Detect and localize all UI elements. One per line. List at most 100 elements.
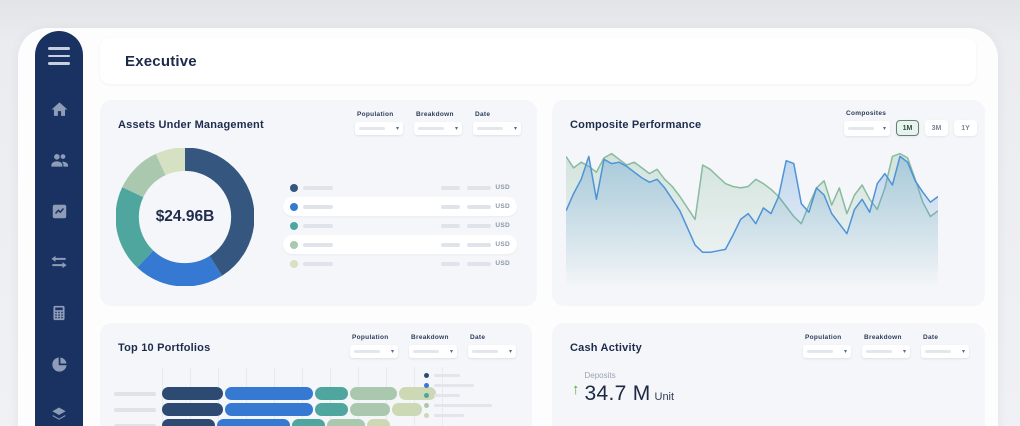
filter-breakdown: Breakdown ▾ [862, 334, 910, 358]
bar-segment[interactable] [315, 403, 348, 416]
bar-segment[interactable] [392, 403, 422, 416]
value-skeleton [303, 186, 333, 190]
stacked-bar [162, 419, 390, 426]
value-skeleton [467, 205, 491, 209]
sidebar-item-calculator[interactable] [50, 303, 68, 323]
aum-legend-row[interactable]: USD [283, 254, 517, 273]
composite-performance-card: Composite Performance Composites ▾ 1M 3M… [552, 100, 985, 306]
portfolio-row [114, 419, 422, 426]
filter-label: Population [357, 111, 403, 118]
value-skeleton [303, 205, 333, 209]
portfolio-row [114, 403, 422, 416]
portfolios-legend [424, 373, 516, 423]
calculator-icon [50, 304, 68, 322]
portfolio-row [114, 387, 422, 400]
bar-segment[interactable] [350, 403, 390, 416]
currency-label: USD [495, 203, 510, 210]
bar-segment[interactable] [350, 387, 397, 400]
select-value-skeleton [477, 127, 503, 130]
bar-segment[interactable] [162, 419, 215, 426]
layers-icon [49, 405, 69, 425]
range-1m-button[interactable]: 1M [896, 120, 919, 136]
select-value-skeleton [354, 350, 380, 353]
aum-total-value: $24.96B [116, 148, 254, 286]
currency-label: USD [495, 260, 510, 267]
bar-segment[interactable] [367, 419, 390, 426]
sidebar-item-allocation[interactable] [50, 354, 69, 374]
sidebar-item-performance[interactable] [50, 201, 69, 221]
bar-segment[interactable] [217, 419, 290, 426]
aum-filters: Population ▾ Breakdown ▾ Date ▾ [355, 111, 521, 135]
bar-segment[interactable] [162, 403, 223, 416]
breakdown-select[interactable]: ▾ [414, 122, 462, 135]
legend-dot-icon [290, 241, 298, 249]
legend-dot-icon [290, 222, 298, 230]
legend-dot-icon [424, 383, 429, 388]
hamburger-icon [48, 55, 70, 58]
population-select[interactable]: ▾ [803, 345, 851, 358]
legend-label-skeleton [434, 394, 460, 397]
bar-segment[interactable] [225, 387, 313, 400]
deposits-value: 34.7 M [585, 382, 651, 406]
population-select[interactable]: ▾ [350, 345, 398, 358]
aum-legend-row[interactable]: USD [283, 216, 517, 235]
sidebar-item-home[interactable] [50, 99, 69, 119]
chevron-down-icon: ▾ [391, 349, 394, 355]
range-1y-button[interactable]: 1Y [954, 120, 977, 136]
aum-legend-row[interactable]: USD [283, 197, 517, 216]
currency-label: USD [495, 241, 510, 248]
sidebar-item-clients[interactable] [49, 150, 70, 170]
sidebar-item-holdings[interactable] [49, 405, 69, 425]
bar-segment[interactable] [327, 419, 365, 426]
portfolio-label-skeleton [114, 392, 156, 396]
aum-legend-row[interactable]: USD [283, 178, 517, 197]
filter-breakdown: Breakdown ▾ [414, 111, 462, 135]
stacked-bar-rows [114, 387, 422, 426]
select-value-skeleton [413, 350, 439, 353]
breakdown-select[interactable]: ▾ [409, 345, 457, 358]
composite-line-chart [566, 142, 938, 294]
legend-dot-icon [290, 184, 298, 192]
date-select[interactable]: ▾ [473, 122, 521, 135]
select-value-skeleton [866, 350, 892, 353]
filter-label: Breakdown [864, 334, 910, 341]
aum-card-title: Assets Under Management [118, 119, 264, 131]
value-skeleton [467, 224, 491, 228]
menu-toggle-button[interactable] [48, 47, 70, 65]
filter-label: Date [923, 334, 969, 341]
population-select[interactable]: ▾ [355, 122, 403, 135]
date-select[interactable]: ▾ [468, 345, 516, 358]
transfer-arrows-icon [49, 252, 69, 272]
aum-legend-row[interactable]: USD [283, 235, 517, 254]
chevron-down-icon: ▾ [844, 349, 847, 355]
legend-item [424, 413, 516, 418]
legend-dot-icon [290, 260, 298, 268]
stacked-bar [162, 403, 422, 416]
filter-composites: Composites ▾ [844, 110, 890, 136]
sidebar-item-transfers[interactable] [49, 252, 69, 272]
legend-item [424, 393, 516, 398]
date-select[interactable]: ▾ [921, 345, 969, 358]
bar-segment[interactable] [315, 387, 348, 400]
bar-segment[interactable] [162, 387, 223, 400]
range-3m-button[interactable]: 3M [925, 120, 948, 136]
users-icon [49, 150, 70, 171]
chevron-down-icon: ▾ [962, 349, 965, 355]
filter-date: Date ▾ [473, 111, 521, 135]
select-value-skeleton [807, 350, 833, 353]
filter-label: Breakdown [411, 334, 457, 341]
legend-label-skeleton [434, 404, 492, 407]
filter-label: Date [470, 334, 516, 341]
page-header: Executive [100, 38, 976, 84]
value-skeleton [441, 186, 460, 190]
chevron-down-icon: ▾ [509, 349, 512, 355]
top-portfolios-card: Top 10 Portfolios Population ▾ Breakdown… [100, 323, 532, 426]
bar-segment[interactable] [292, 419, 325, 426]
value-skeleton [441, 262, 460, 266]
composite-controls: Composites ▾ 1M 3M 1Y [844, 110, 977, 136]
bar-segment[interactable] [225, 403, 313, 416]
value-skeleton [441, 224, 460, 228]
chevron-down-icon: ▾ [514, 126, 517, 132]
breakdown-select[interactable]: ▾ [862, 345, 910, 358]
composites-select[interactable]: ▾ [844, 121, 890, 136]
